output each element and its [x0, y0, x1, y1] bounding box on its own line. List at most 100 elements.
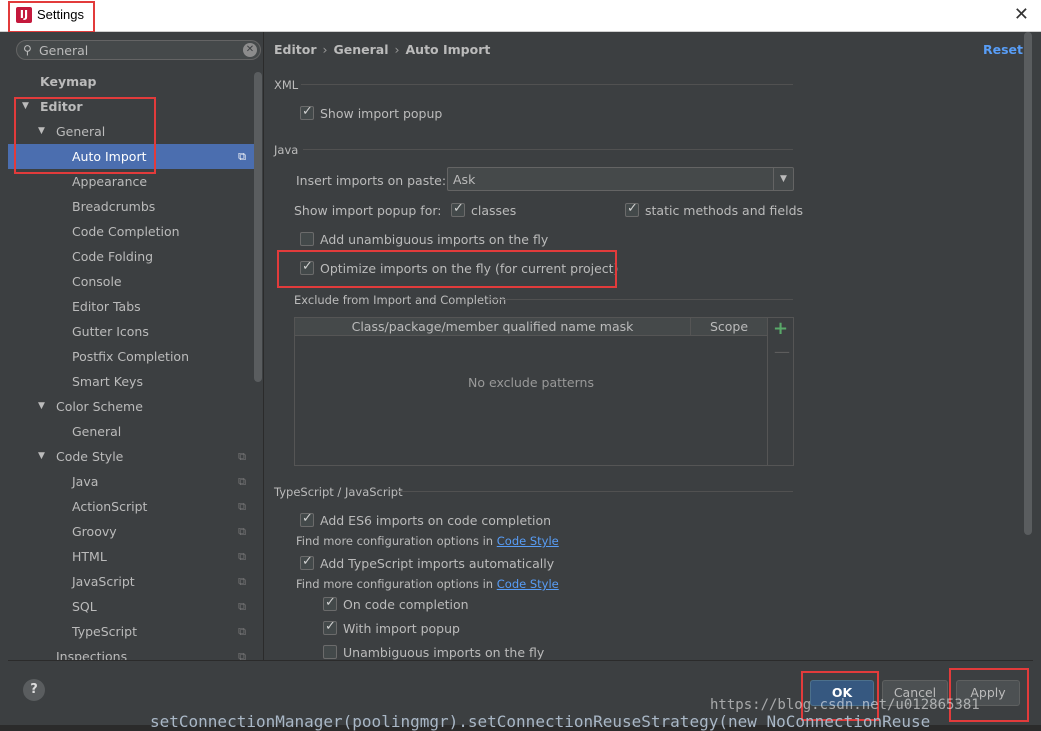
sidebar-item-label: Console [72, 274, 122, 289]
sidebar-item-code-folding[interactable]: Code Folding [8, 244, 256, 269]
sidebar-item-java[interactable]: Java ⧉ [8, 469, 256, 494]
add-icon[interactable]: + [773, 318, 788, 339]
unambiguous-imports-checkbox[interactable]: Unambiguous imports on the fly [323, 645, 544, 660]
breadcrumb-separator: › [322, 42, 328, 57]
exclude-patterns-table: Class/package/member qualified name mask… [294, 317, 768, 466]
sidebar-item-label: Gutter Icons [72, 324, 149, 339]
sidebar-item-sql[interactable]: SQL ⧉ [8, 594, 256, 619]
auto-import-panel: Editor › General › Auto Import Reset XML Sho… [265, 32, 1041, 660]
checkbox-checked-icon[interactable] [323, 595, 337, 611]
sidebar-item-keymap[interactable]: Keymap [8, 69, 256, 94]
project-settings-icon: ⧉ [238, 500, 246, 513]
sidebar-item-editor-tabs[interactable]: Editor Tabs [8, 294, 256, 319]
sidebar-item-label: Code Completion [72, 224, 180, 239]
settings-tree: Keymap ▼ Editor ▼ General Auto Import ⧉ App… [8, 69, 256, 660]
help-button[interactable]: ? [23, 679, 45, 701]
table-header-mask[interactable]: Class/package/member qualified name mask [295, 318, 691, 336]
chevron-down-icon[interactable]: ▼ [773, 168, 793, 190]
remove-icon[interactable]: — [774, 342, 790, 361]
section-divider [301, 84, 793, 85]
search-icon: ⚲ [23, 43, 32, 57]
checkbox-label: Add TypeScript imports automatically [320, 556, 555, 571]
expand-arrow-icon[interactable]: ▼ [38, 119, 45, 144]
window-title: Settings [37, 7, 84, 22]
code-style-link[interactable]: Code Style [497, 577, 559, 591]
breadcrumb-auto-import: Auto Import [405, 42, 491, 57]
sidebar-item-color-scheme[interactable]: ▼ Color Scheme [8, 394, 256, 419]
checkbox-checked-icon[interactable] [323, 619, 337, 635]
sidebar-item-label: Auto Import [72, 149, 147, 164]
sidebar-item-auto-import[interactable]: Auto Import ⧉ [8, 144, 256, 169]
sidebar-item-html[interactable]: HTML ⧉ [8, 544, 256, 569]
table-toolbar: + — [767, 317, 794, 466]
checkbox-label: Add unambiguous imports on the fly [320, 232, 549, 247]
sidebar-item-appearance[interactable]: Appearance [8, 169, 256, 194]
sidebar-item-label: General [56, 124, 106, 139]
expand-arrow-icon[interactable]: ▼ [38, 394, 45, 419]
insert-imports-select[interactable]: Ask ▼ [447, 167, 794, 191]
section-divider [397, 491, 793, 492]
find-more-config-text: Find more configuration options in Code … [296, 577, 559, 591]
sidebar-item-gutter-icons[interactable]: Gutter Icons [8, 319, 256, 344]
sidebar-scrollbar[interactable] [254, 72, 262, 382]
sidebar-item-color-scheme-general[interactable]: General [8, 419, 256, 444]
checkbox-label: Show import popup [320, 106, 443, 121]
project-settings-icon: ⧉ [238, 650, 246, 660]
checkbox-checked-icon[interactable] [300, 511, 314, 527]
sidebar-item-label: Appearance [72, 174, 148, 189]
checkbox-checked-icon[interactable] [300, 104, 314, 120]
sidebar-item-groovy[interactable]: Groovy ⧉ [8, 519, 256, 544]
sidebar-item-code-style[interactable]: ▼ Code Style ⧉ [8, 444, 256, 469]
add-unambiguous-imports-checkbox[interactable]: Add unambiguous imports on the fly [300, 232, 548, 247]
find-more-config-text: Find more configuration options in Code … [296, 534, 559, 548]
sidebar-item-code-completion[interactable]: Code Completion [8, 219, 256, 244]
sidebar-item-inspections[interactable]: Inspections ⧉ [8, 644, 256, 660]
optimize-imports-checkbox[interactable]: Optimize imports on the fly (for current… [300, 259, 618, 276]
reset-link[interactable]: Reset [983, 42, 1023, 57]
sidebar-item-label: ActionScript [72, 499, 148, 514]
checkbox-checked-icon[interactable] [300, 259, 314, 275]
section-typescript-javascript: TypeScript / JavaScript [274, 485, 403, 499]
static-methods-checkbox[interactable]: static methods and fields [625, 201, 803, 218]
sidebar-item-general[interactable]: ▼ General [8, 119, 256, 144]
sidebar-item-label: General [72, 424, 122, 439]
add-typescript-imports-checkbox[interactable]: Add TypeScript imports automatically [300, 554, 555, 571]
sidebar-item-editor[interactable]: ▼ Editor [8, 94, 256, 119]
table-header-scope[interactable]: Scope [691, 318, 767, 336]
sidebar-item-label: Keymap [40, 74, 97, 89]
expand-arrow-icon[interactable]: ▼ [38, 444, 45, 469]
add-es6-imports-checkbox[interactable]: Add ES6 imports on code completion [300, 511, 551, 528]
expand-arrow-icon[interactable]: ▼ [22, 94, 29, 119]
code-style-link[interactable]: Code Style [497, 534, 559, 548]
sidebar-item-label: Inspections [56, 649, 128, 660]
empty-table-text: No exclude patterns [468, 375, 594, 390]
project-settings-icon: ⧉ [238, 150, 246, 163]
find-more-label: Find more configuration options in [296, 534, 494, 548]
sidebar-item-postfix-completion[interactable]: Postfix Completion [8, 344, 256, 369]
with-import-popup-checkbox[interactable]: With import popup [323, 619, 460, 636]
on-code-completion-checkbox[interactable]: On code completion [323, 595, 469, 612]
classes-checkbox[interactable]: classes [451, 201, 516, 218]
close-button[interactable]: ✕ [1014, 4, 1029, 25]
sidebar-item-breadcrumbs[interactable]: Breadcrumbs [8, 194, 256, 219]
breadcrumb-editor[interactable]: Editor [274, 42, 317, 57]
sidebar-item-label: Groovy [72, 524, 117, 539]
search-input[interactable] [39, 42, 229, 58]
main-scrollbar[interactable] [1024, 32, 1032, 535]
checkbox-checked-icon[interactable] [451, 201, 465, 217]
breadcrumb-general[interactable]: General [334, 42, 389, 57]
sidebar-item-smart-keys[interactable]: Smart Keys [8, 369, 256, 394]
sidebar-item-typescript[interactable]: TypeScript ⧉ [8, 619, 256, 644]
clear-search-icon[interactable]: ✕ [243, 43, 257, 57]
sidebar-item-console[interactable]: Console [8, 269, 256, 294]
section-java: Java [274, 143, 299, 157]
sidebar-item-javascript[interactable]: JavaScript ⧉ [8, 569, 256, 594]
sidebar-item-label: Editor [40, 99, 83, 114]
checkbox-unchecked-icon[interactable] [323, 645, 337, 659]
checkbox-checked-icon[interactable] [625, 201, 639, 217]
show-import-popup-checkbox[interactable]: Show import popup [300, 104, 443, 121]
sidebar-item-actionscript[interactable]: ActionScript ⧉ [8, 494, 256, 519]
checkbox-checked-icon[interactable] [300, 554, 314, 570]
checkbox-unchecked-icon[interactable] [300, 232, 314, 246]
search-box[interactable]: ⚲ ✕ [16, 40, 261, 60]
